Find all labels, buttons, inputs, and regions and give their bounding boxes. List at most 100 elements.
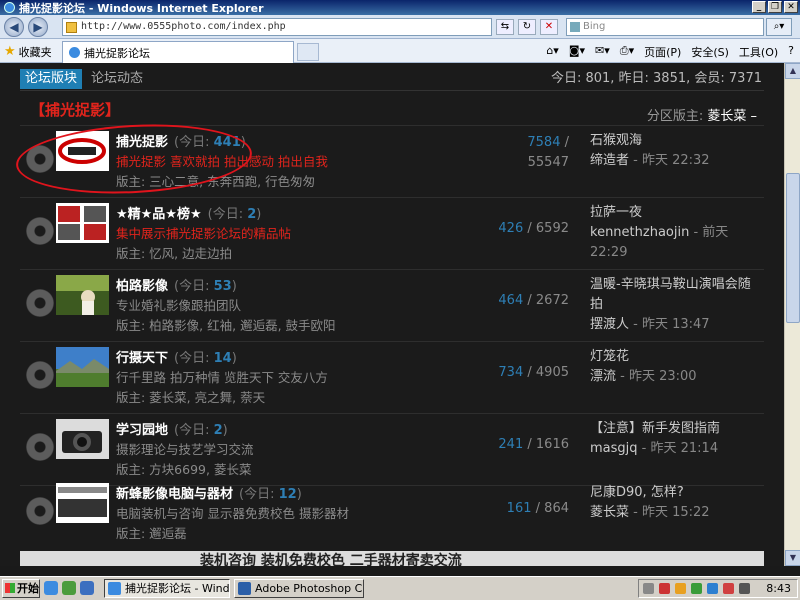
compat-icon[interactable]: ⇆ — [496, 19, 514, 35]
quicklaunch-media-icon[interactable] — [80, 581, 94, 595]
forum-moderators[interactable]: 版主: 忆风, 边走边拍 — [116, 243, 232, 262]
last-post-title[interactable]: 【注意】新手发图指南 — [590, 419, 762, 439]
forum-name[interactable]: ★精★品★榜★ (今日: 2) — [116, 203, 261, 222]
forum-moderators[interactable]: 版主: 方块6699, 菱长菜 — [116, 459, 251, 478]
forum-photo-image — [56, 419, 109, 459]
quicklaunch-ie-icon[interactable] — [44, 581, 58, 595]
last-post-user[interactable]: 缔造者 — [590, 153, 629, 168]
forum-counts: 241 / 1616 — [498, 437, 569, 452]
new-tab-button[interactable] — [297, 43, 319, 61]
browser-tab[interactable]: 捕光捉影论坛 — [62, 41, 294, 63]
last-post-title[interactable]: 石猴观海 — [590, 131, 762, 151]
photoshop-icon — [238, 582, 251, 595]
last-post-user[interactable]: masgjq — [590, 441, 638, 456]
thread-count: 734 — [498, 365, 524, 380]
last-post-title[interactable]: 温暖-辛晓琪马鞍山演唱会随拍 — [590, 275, 762, 315]
category-moderator-name[interactable]: 菱长菜 — [707, 109, 746, 124]
ie-icon — [4, 2, 15, 13]
tray-icon[interactable] — [707, 583, 718, 594]
search-icon[interactable]: ⌕▾ — [766, 18, 792, 36]
quicklaunch-desktop-icon[interactable] — [62, 581, 76, 595]
favorites-bar: ★ 收藏夹 捕光捉影论坛 ⌂▾ ◙▾ ✉▾ ⎙▾ 页面(P) 安全(S) 工具(… — [0, 39, 800, 63]
tray-icon[interactable] — [659, 583, 670, 594]
tray-icon[interactable] — [691, 583, 702, 594]
address-input[interactable]: http://www.0555photo.com/index.php — [62, 18, 492, 36]
maximize-button[interactable]: ❐ — [768, 1, 782, 13]
forum-thumbnail[interactable] — [56, 275, 109, 315]
forum-name-text[interactable]: 学习园地 — [116, 423, 168, 438]
post-count: 6592 — [535, 221, 569, 236]
feeds-icon[interactable]: ◙▾ — [569, 44, 585, 60]
forum-name[interactable]: 学习园地 (今日: 2) — [116, 419, 228, 438]
last-post-time: - 昨天 22:32 — [633, 153, 710, 168]
print-icon[interactable]: ⎙▾ — [620, 44, 634, 60]
last-post: 尼康D90, 怎样? 菱长菜 - 昨天 15:22 — [590, 483, 762, 523]
forum-moderators[interactable]: 版主: 邂逅磊 — [116, 523, 187, 542]
forum-thumbnail[interactable] — [56, 347, 109, 387]
tray-icon[interactable] — [643, 583, 654, 594]
forum-name-text[interactable]: 柏路影像 — [116, 279, 168, 294]
tab-forum-sections[interactable]: 论坛版块 — [20, 69, 83, 89]
forum-name-text[interactable]: 新蜂影像电脑与器材 — [116, 487, 233, 502]
scroll-thumb[interactable] — [786, 173, 800, 323]
forum-thumbnail[interactable] — [56, 419, 109, 459]
task-ie[interactable]: 捕光捉影论坛 - Wind... — [104, 579, 230, 598]
forum-name[interactable]: 行摄天下 (今日: 14) — [116, 347, 237, 366]
forum-today: (今日: 53) — [174, 279, 237, 294]
forum-name-text[interactable]: ★精★品★榜★ — [116, 207, 202, 222]
help-icon[interactable]: ? — [788, 44, 794, 60]
stop-icon[interactable]: ✕ — [540, 19, 558, 35]
volume-icon[interactable] — [739, 583, 750, 594]
last-post-user[interactable]: 摆渡人 — [590, 317, 629, 332]
search-input[interactable]: Bing — [566, 18, 764, 36]
back-button[interactable]: ◀ — [4, 17, 24, 37]
favorites-button[interactable]: ★ 收藏夹 — [4, 44, 52, 60]
minimize-button[interactable]: _ — [752, 1, 766, 13]
tray-icon[interactable] — [723, 583, 734, 594]
task-photoshop[interactable]: Adobe Photoshop CS4 — [234, 579, 364, 598]
menu-tools[interactable]: 工具(O) — [739, 44, 778, 60]
clock[interactable]: 8:43 — [766, 582, 791, 595]
category-title[interactable]: 【捕光捉影】 — [30, 99, 120, 120]
forum-moderators[interactable]: 版主: 菱长菜, 亮之舞, 萘天 — [116, 387, 265, 406]
refresh-icon[interactable]: ↻ — [518, 19, 536, 35]
home-icon[interactable]: ⌂▾ — [546, 44, 559, 60]
tab-forum-activity[interactable]: 论坛动态 — [91, 69, 143, 89]
forum-name-text[interactable]: 行摄天下 — [116, 351, 168, 366]
menu-safety[interactable]: 安全(S) — [691, 44, 729, 60]
last-post-user[interactable]: kennethzhaojin — [590, 225, 689, 240]
search-placeholder: Bing — [583, 21, 606, 32]
today-close: ) — [296, 487, 302, 502]
forum-name[interactable]: 新蜂影像电脑与器材 (今日: 12) — [116, 483, 302, 502]
address-actions: ⇆ ↻ ✕ — [496, 19, 558, 35]
today-close: ) — [222, 423, 228, 438]
forum-thumbnail[interactable] — [56, 203, 109, 243]
last-post-title[interactable]: 尼康D90, 怎样? — [590, 483, 762, 503]
collapse-icon[interactable]: – — [751, 109, 758, 124]
today-count: 2 — [213, 423, 223, 438]
forward-button[interactable]: ▶ — [28, 17, 48, 37]
scroll-down-icon[interactable]: ▼ — [785, 550, 800, 566]
last-post-user[interactable]: 漂流 — [590, 369, 616, 384]
forum-moderators[interactable]: 版主: 柏路影像, 红袖, 邂逅磊, 鼓手欧阳 — [116, 315, 336, 334]
forum-photo-image — [56, 347, 109, 387]
scroll-up-icon[interactable]: ▲ — [785, 63, 800, 79]
tab-title: 捕光捉影论坛 — [84, 46, 150, 60]
last-post-title[interactable]: 灯笼花 — [590, 347, 762, 367]
aperture-icon — [26, 433, 54, 461]
post-count: 4905 — [535, 365, 569, 380]
menu-page[interactable]: 页面(P) — [644, 44, 681, 60]
page-icon — [66, 22, 77, 33]
mail-icon[interactable]: ✉▾ — [595, 44, 610, 60]
ad-banner[interactable]: 装机咨询 装机免费校色 二手器材寄卖交流 — [20, 551, 764, 566]
last-post-title[interactable]: 拉萨一夜 — [590, 203, 762, 223]
forum-thumbnail[interactable] — [56, 483, 109, 523]
last-post-time: - 昨天 15:22 — [633, 505, 710, 520]
tray-icon[interactable] — [675, 583, 686, 594]
close-button[interactable]: ✕ — [784, 1, 798, 13]
last-post-user[interactable]: 菱长菜 — [590, 505, 629, 520]
category-moderator-label: 分区版主: — [646, 109, 704, 124]
page-scrollbar[interactable]: ▲ ▼ — [784, 63, 800, 566]
forum-name[interactable]: 柏路影像 (今日: 53) — [116, 275, 237, 294]
start-button[interactable]: 开始 — [2, 579, 40, 598]
